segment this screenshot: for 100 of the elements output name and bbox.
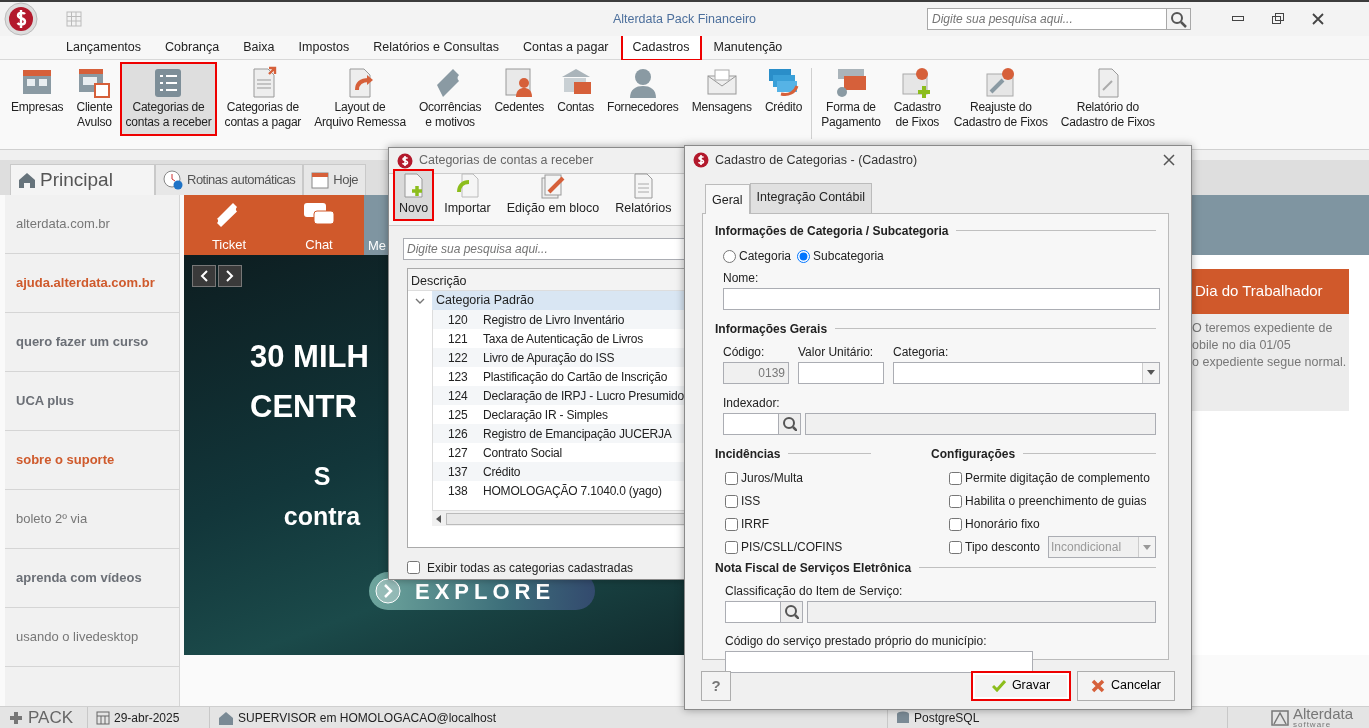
tab[interactable]: Principal <box>10 164 155 195</box>
sidebar-link[interactable]: usando o livedesktop <box>5 608 179 667</box>
toolbar-button[interactable]: Novo <box>393 169 435 221</box>
sidebar-link[interactable]: aprenda com vídeos <box>5 549 179 608</box>
close-icon[interactable] <box>1163 154 1175 167</box>
menu-item[interactable]: Manutenção <box>701 34 795 61</box>
toolbar-button[interactable]: Edição em bloco <box>500 169 606 221</box>
menu-item[interactable]: Contas a pagar <box>511 34 621 61</box>
ribbon-button[interactable]: Contas <box>552 62 599 136</box>
brand-tagline: software <box>1292 720 1333 728</box>
code-cell-text: 138 <box>447 482 469 500</box>
menu-item[interactable]: Impostos <box>286 34 362 61</box>
checkbox[interactable] <box>949 517 963 531</box>
radio-button[interactable] <box>797 249 811 263</box>
ribbon-button[interactable]: Crédito <box>759 62 808 136</box>
sidebar-link[interactable]: quero fazer um curso <box>5 313 179 372</box>
sidebar-link[interactable]: UCA plus <box>5 372 179 431</box>
previous-button[interactable] <box>192 265 216 287</box>
chevron-left-icon <box>200 270 208 282</box>
close-icon[interactable] <box>1312 13 1324 25</box>
chevron-right-icon <box>226 270 234 282</box>
checkbox[interactable] <box>725 471 738 485</box>
ribbon-button[interactable]: Cadastro de Fixos <box>888 62 946 136</box>
radio-label: Subcategoria <box>813 248 884 266</box>
checkbox[interactable] <box>725 517 738 531</box>
code-cell-text: 120 <box>447 311 469 329</box>
app-logo[interactable] <box>4 2 38 36</box>
calendar-icon <box>96 710 110 725</box>
code-cell-text: 126 <box>447 425 469 443</box>
code-cell-text: 121 <box>447 330 469 348</box>
checkbox[interactable] <box>725 540 738 554</box>
restore-icon[interactable] <box>1272 13 1284 25</box>
search-button[interactable] <box>779 412 801 435</box>
radio-button[interactable] <box>723 249 736 263</box>
toolbar-button[interactable]: Importar <box>438 169 497 221</box>
app-logo-icon <box>693 152 709 168</box>
checkbox[interactable] <box>949 471 963 485</box>
sidebar-link[interactable]: alterdata.com.br <box>5 195 179 254</box>
input-field[interactable] <box>725 650 1033 673</box>
database-icon <box>896 710 910 725</box>
checkbox-label: IRRF <box>741 516 769 534</box>
checkbox[interactable] <box>949 494 963 508</box>
ribbon-button[interactable]: Forma de Pagamento <box>816 62 886 136</box>
window-title: Alterdata Pack Financeiro <box>612 12 757 26</box>
search-field[interactable]: Digite sua pesquisa aqui... <box>927 8 1167 30</box>
description-cell-text: Livro de Apuração do ISS <box>483 349 615 367</box>
input-field[interactable] <box>723 412 779 435</box>
checkbox[interactable] <box>725 494 738 508</box>
tab[interactable]: Integração Contábil <box>749 183 872 213</box>
ribbon-button[interactable]: Empresas <box>6 62 69 136</box>
ribbon-button[interactable]: Reajuste do Cadastro de Fixos <box>948 62 1053 136</box>
save-button[interactable]: Gravar <box>971 670 1071 701</box>
status-date: 29-abr-2025 <box>114 709 180 727</box>
menu-item[interactable]: Baixa <box>231 34 287 61</box>
section-title: Informações Gerais <box>715 320 828 338</box>
section-title: Configurações <box>931 445 1016 463</box>
minimize-icon[interactable] <box>1232 16 1244 22</box>
sidebar-link[interactable]: ajuda.alterdata.com.br <box>5 254 179 313</box>
next-button[interactable] <box>218 265 242 287</box>
logo-mark-icon <box>1270 709 1289 726</box>
input-field[interactable] <box>725 600 781 623</box>
field-label: Nome: <box>723 269 760 287</box>
calendar-icon <box>311 171 330 189</box>
menu-item[interactable]: Lançamentos <box>54 34 154 61</box>
tab[interactable]: Rotinas automáticas <box>155 164 304 195</box>
menu-item[interactable]: Cobrança <box>153 34 232 61</box>
status-database: PostgreSQL <box>914 709 980 727</box>
ribbon-button[interactable]: Ocorrências e motivos <box>413 62 487 136</box>
ribbon-button[interactable]: Categorias de contas a pagar <box>219 62 307 136</box>
menu-item[interactable]: Cadastros <box>620 34 702 61</box>
ribbon-button[interactable]: Layout de Arquivo Remessa <box>309 62 411 136</box>
input-field[interactable] <box>723 287 1160 310</box>
sidebar-link[interactable]: sobre o suporte <box>5 431 179 490</box>
ribbon-button[interactable]: Relatório do Cadastro de Fixos <box>1055 62 1160 136</box>
checkbox[interactable] <box>407 561 420 574</box>
ribbon-button[interactable]: Categorias de contas a receber <box>120 62 217 136</box>
banner-text: contra <box>283 501 361 532</box>
help-button[interactable]: ? <box>701 670 731 701</box>
description-cell-text: Contrato Social <box>483 444 563 462</box>
ribbon-button[interactable]: Fornecedores <box>602 62 684 136</box>
tab[interactable]: Geral <box>705 184 750 214</box>
brand-logo: Alterdata <box>1292 706 1353 721</box>
field-label: Código: <box>723 343 766 361</box>
product-name: PACK <box>28 706 74 728</box>
dropdown-arrow-icon[interactable] <box>1147 370 1155 376</box>
toolbar-button[interactable]: Relatórios <box>609 169 678 221</box>
search-button[interactable] <box>781 600 803 623</box>
quick-link[interactable]: Chat <box>274 195 364 255</box>
input-field[interactable] <box>798 361 884 384</box>
cancel-button[interactable]: Cancelar <box>1077 670 1175 701</box>
tab[interactable]: Hoje <box>303 164 367 195</box>
checkbox-label: Habilita o preenchimento de guias <box>965 493 1147 511</box>
ribbon-button[interactable]: Cedentes <box>489 62 550 136</box>
sidebar-link[interactable]: boleto 2º via <box>5 490 179 549</box>
ribbon-button[interactable]: Mensagens <box>686 62 757 136</box>
search-button[interactable] <box>1167 8 1191 30</box>
quick-link[interactable]: Ticket <box>184 195 274 255</box>
check-icon <box>991 679 1006 692</box>
menu-item[interactable]: Relatórios e Consultas <box>361 34 512 61</box>
ribbon-button[interactable]: Cliente Avulso <box>71 62 118 136</box>
